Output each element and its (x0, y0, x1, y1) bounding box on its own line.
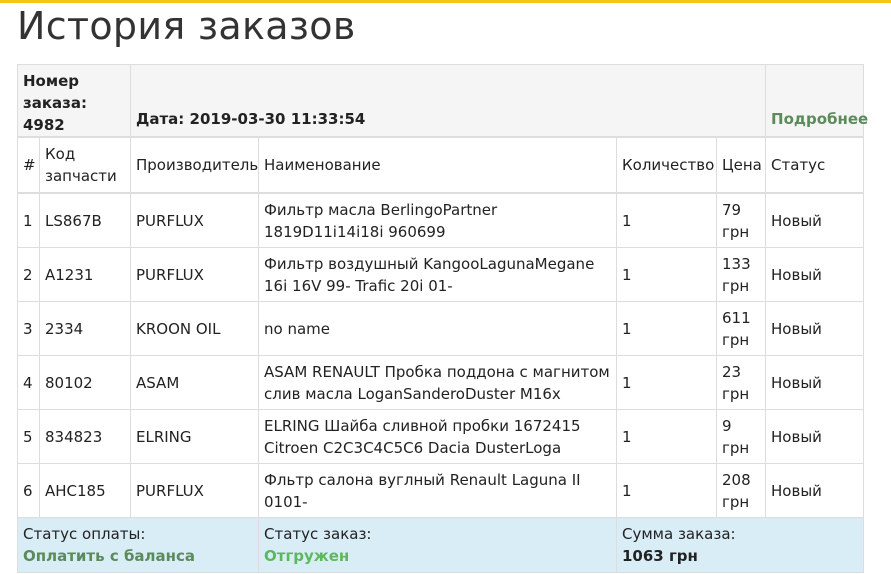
item-status: Новый (765, 247, 865, 302)
part-qty: 1 (616, 463, 717, 518)
payment-status-cell: Статус оплаты: Оплатить с баланса (17, 517, 259, 573)
table-row: 2 A1231 PURFLUX Фильтр воздушный KangooL… (17, 247, 865, 302)
order-status-value: Отгружен (264, 547, 350, 565)
item-status: Новый (765, 301, 865, 356)
order-header-row: Номер заказа: 4982 Дата: 2019-03-30 11:3… (17, 64, 868, 138)
part-qty: 1 (616, 247, 717, 302)
order-sum-value: 1063 грн (622, 547, 698, 565)
part-name: ELRING Шайба сливной пробки 1672415 Citr… (258, 409, 617, 464)
part-name: ASAM RENAULT Пробка поддона с магнитом с… (258, 355, 617, 410)
table-row: 4 80102 ASAM ASAM RENAULT Пробка поддона… (17, 355, 865, 410)
part-maker: ASAM (130, 355, 259, 410)
part-price: 208 грн (715, 463, 767, 518)
part-code: 80102 (39, 355, 131, 410)
order-date-cell: Дата: 2019-03-30 11:33:54 (129, 64, 767, 138)
column-header-price: Цена (715, 136, 767, 194)
item-status: Новый (765, 463, 865, 518)
part-qty: 1 (616, 355, 717, 410)
pay-from-balance-link[interactable]: Оплатить с баланса (23, 545, 253, 567)
column-header-status: Статус (765, 136, 865, 194)
part-code: AHC185 (39, 463, 131, 518)
column-header-index: # (17, 136, 40, 194)
column-header-row: # Код запчасти Производитель Наименовани… (17, 136, 865, 194)
payment-status-label: Статус оплаты: (23, 525, 146, 543)
order-status-cell: Статус заказ: Отгружен (258, 517, 617, 573)
row-index: 3 (17, 301, 40, 356)
part-maker: PURFLUX (130, 247, 259, 302)
order-date-label: Дата: (136, 110, 185, 128)
part-name: Фильтр масла BerlingoPartner 1819D11i14i… (258, 192, 617, 248)
part-price: 9 грн (715, 409, 767, 464)
row-index: 2 (17, 247, 40, 302)
table-row: 5 834823 ELRING ELRING Шайба сливной про… (17, 409, 865, 464)
row-index: 6 (17, 463, 40, 518)
order-status-label: Статус заказ: (264, 525, 372, 543)
part-price: 79 грн (715, 192, 767, 248)
part-qty: 1 (616, 409, 717, 464)
part-code: A1231 (39, 247, 131, 302)
order-table: Номер заказа: 4982 Дата: 2019-03-30 11:3… (17, 64, 868, 573)
order-number-label: Номер заказа: (23, 72, 87, 112)
row-index: 1 (17, 192, 40, 248)
part-qty: 1 (616, 301, 717, 356)
item-status: Новый (765, 355, 865, 410)
order-sum-cell: Сумма заказа: 1063 грн (615, 517, 865, 573)
order-number: 4982 (23, 116, 65, 134)
part-code: 2334 (39, 301, 131, 356)
column-header-maker: Производитель (130, 136, 259, 194)
part-code: LS867B (39, 192, 131, 248)
part-name: Фльтр салона вуглный Renault Laguna II 0… (258, 463, 617, 518)
page-title: История заказов (17, 4, 356, 48)
item-status: Новый (765, 192, 865, 248)
column-header-qty: Количество (616, 136, 717, 194)
part-code: 834823 (39, 409, 131, 464)
row-index: 4 (17, 355, 40, 410)
part-maker: KROON OIL (130, 301, 259, 356)
order-number-cell: Номер заказа: 4982 (17, 64, 131, 138)
top-accent-bar (0, 0, 891, 3)
details-link[interactable]: Подробнее (765, 64, 868, 138)
part-maker: PURFLUX (130, 192, 259, 248)
part-maker: PURFLUX (130, 463, 259, 518)
part-maker: ELRING (130, 409, 259, 464)
order-sum-label: Сумма заказа: (622, 525, 736, 543)
order-date: 2019-03-30 11:33:54 (189, 110, 366, 128)
part-price: 133 грн (715, 247, 767, 302)
part-name: no name (258, 301, 617, 356)
part-name: Фильтр воздушный KangooLagunaMegane 16i … (258, 247, 617, 302)
table-row: 6 AHC185 PURFLUX Фльтр салона вуглный Re… (17, 463, 865, 518)
item-status: Новый (765, 409, 865, 464)
row-index: 5 (17, 409, 40, 464)
order-summary-row: Статус оплаты: Оплатить с баланса Статус… (17, 517, 865, 573)
part-qty: 1 (616, 192, 717, 248)
table-row: 3 2334 KROON OIL no name 1 611 грн Новый (17, 301, 865, 356)
column-header-name: Наименование (258, 136, 617, 194)
part-price: 611 грн (715, 301, 767, 356)
column-header-code: Код запчасти (39, 136, 131, 194)
table-row: 1 LS867B PURFLUX Фильтр масла BerlingoPa… (17, 192, 865, 248)
part-price: 23 грн (715, 355, 767, 410)
